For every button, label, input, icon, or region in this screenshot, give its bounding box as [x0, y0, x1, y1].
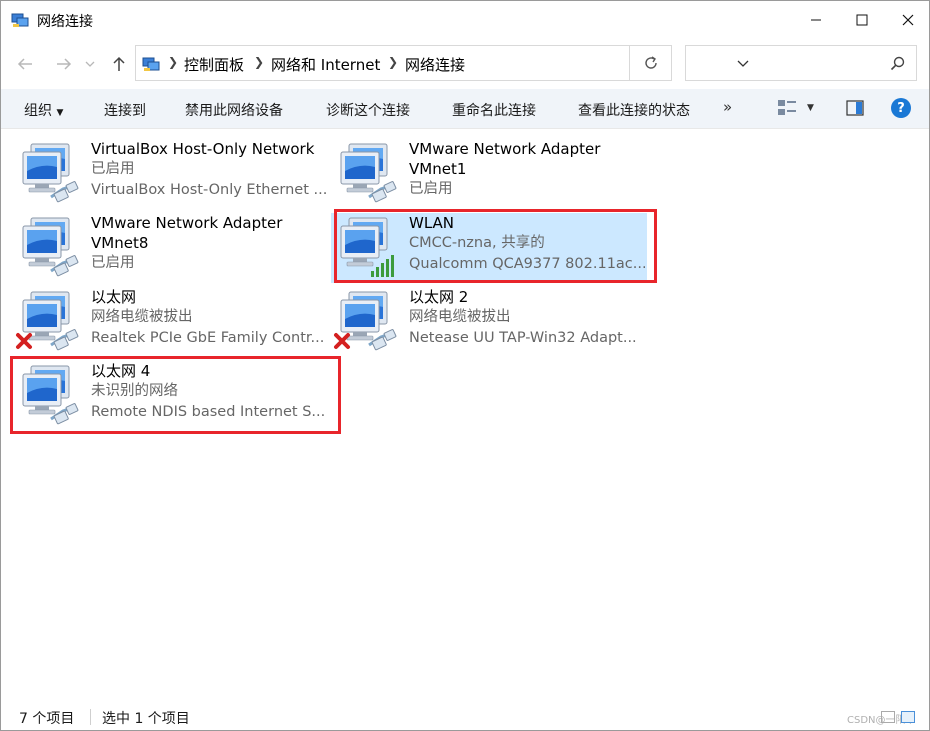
arrow-left-icon [17, 58, 32, 70]
view-status-button[interactable]: 查看此连接的状态 [578, 100, 690, 120]
connection-text: 以太网网络电缆被拔出 Realtek PCIe GbE Family Contr.… [91, 287, 327, 349]
item-count: 7 个项目 [19, 711, 75, 727]
chevron-down-icon [85, 61, 95, 67]
connection-item[interactable]: 以太网 2 网络电缆被拔出 Netease UU TAP-Win32 Adapt..… [331, 287, 647, 357]
command-bar: 组织 ▼ 连接到 禁用此网络设备 诊断这个连接 重命名此连接 查看此连接的状态 … [1, 89, 929, 129]
caret-down-icon: ▼ [56, 108, 64, 118]
connection-name-line2: VMnet1 [409, 160, 467, 178]
connection-device: VirtualBox Host-Only Ethernet ... [91, 182, 327, 198]
close-icon [902, 14, 914, 26]
connection-name: VMware Network Adapter [91, 214, 283, 232]
network-folder-icon [11, 13, 29, 27]
disable-device-button[interactable]: 禁用此网络设备 [185, 100, 283, 120]
connection-device: Netease UU TAP-Win32 Adapt... [409, 330, 637, 346]
maximize-icon [856, 14, 868, 26]
network-adapter-icon [16, 291, 79, 351]
connection-status: 已启用 [91, 161, 135, 177]
connection-name-line2: VMnet8 [91, 234, 149, 252]
connection-device: Realtek PCIe GbE Family Contr... [91, 330, 325, 346]
up-button[interactable] [106, 51, 132, 77]
minimize-icon [811, 19, 821, 21]
network-adapter-icon [22, 217, 79, 277]
diagnose-button[interactable]: 诊断这个连接 [326, 100, 410, 120]
network-adapter-icon [340, 143, 397, 203]
details-view-icon[interactable] [881, 711, 895, 723]
network-folder-icon [142, 57, 160, 71]
connection-name: VirtualBox Host-Only Network [91, 140, 315, 158]
connection-status: 已启用 [91, 255, 135, 271]
connection-item[interactable]: VMware Network Adapter VMnet1 已启用 [331, 139, 647, 209]
connection-name: VMware Network Adapter [409, 140, 601, 158]
forward-button[interactable] [51, 51, 77, 77]
connection-status: 网络电缆被拔出 [91, 309, 193, 325]
address-bar[interactable]: ❯ 控制面板 ❯ 网络和 Internet ❯ 网络连接 [135, 45, 749, 81]
search-input[interactable] [685, 45, 917, 81]
status-bar: 7 个项目 选中 1 个项目 CSDN@一阳下 [1, 703, 929, 731]
connection-item[interactable]: VMware Network Adapter VMnet8 已启用 [13, 213, 329, 283]
arrow-right-icon [57, 58, 72, 70]
preview-pane-icon[interactable] [846, 100, 864, 116]
connection-item[interactable]: VirtualBox Host-Only Network 已启用 VirtualBo… [13, 139, 329, 209]
breadcrumb-network-connections[interactable]: 网络连接 [405, 54, 465, 75]
chevron-right-icon[interactable]: ❯ [254, 55, 264, 69]
network-connections-window: 网络连接 ❯ 控制面板 ❯ 网络和 Internet ❯ 网络连接 组织 ▼ 连… [0, 0, 930, 731]
status-divider [90, 709, 91, 725]
window-title: 网络连接 [37, 14, 93, 30]
large-icons-view-icon[interactable] [901, 711, 915, 723]
refresh-button[interactable] [630, 45, 672, 81]
organize-label: 组织 [24, 103, 52, 119]
recent-locations-button[interactable] [81, 51, 99, 77]
connection-status: 网络电缆被拔出 [409, 309, 511, 325]
title-bar: 网络连接 [1, 1, 929, 39]
highlight-box-wlan [334, 209, 657, 283]
organize-menu[interactable]: 组织 ▼ [24, 100, 63, 120]
navigation-row: ❯ 控制面板 ❯ 网络和 Internet ❯ 网络连接 [1, 39, 929, 89]
network-adapter-icon [334, 291, 397, 351]
connection-text: VMware Network Adapter VMnet1 已启用 [409, 139, 645, 200]
arrow-up-icon [113, 56, 125, 71]
minimize-button[interactable] [793, 1, 839, 39]
selection-count: 选中 1 个项目 [102, 711, 190, 727]
caret-down-icon[interactable]: ▼ [807, 103, 814, 113]
connection-status: 已启用 [409, 181, 453, 197]
search-icon [890, 56, 905, 71]
network-adapter-icon [22, 143, 79, 203]
connection-item[interactable]: 以太网网络电缆被拔出 Realtek PCIe GbE Family Contr.… [13, 287, 329, 357]
more-commands-button[interactable]: » [723, 98, 732, 116]
breadcrumb-control-panel[interactable]: 控制面板 [184, 54, 244, 75]
connection-text: VirtualBox Host-Only Network 已启用 VirtualBo… [91, 139, 327, 201]
help-button[interactable]: ? [891, 98, 911, 118]
connect-to-button[interactable]: 连接到 [104, 100, 146, 120]
refresh-icon [644, 56, 657, 69]
close-button[interactable] [885, 1, 930, 39]
chevron-right-icon[interactable]: ❯ [168, 55, 178, 69]
connection-text: VMware Network Adapter VMnet8 已启用 [91, 213, 327, 274]
rename-button[interactable]: 重命名此连接 [452, 100, 536, 120]
breadcrumb-network-internet[interactable]: 网络和 Internet [271, 54, 380, 75]
back-button[interactable] [12, 51, 38, 77]
change-view-icon[interactable] [777, 99, 797, 117]
highlight-box-ethernet-4 [10, 356, 341, 434]
connection-name: 以太网 2 [409, 288, 469, 306]
connection-text: 以太网 2 网络电缆被拔出 Netease UU TAP-Win32 Adapt..… [409, 287, 645, 349]
chevron-right-icon[interactable]: ❯ [388, 55, 398, 69]
connection-name: 以太网 [91, 288, 137, 306]
maximize-button[interactable] [839, 1, 885, 39]
